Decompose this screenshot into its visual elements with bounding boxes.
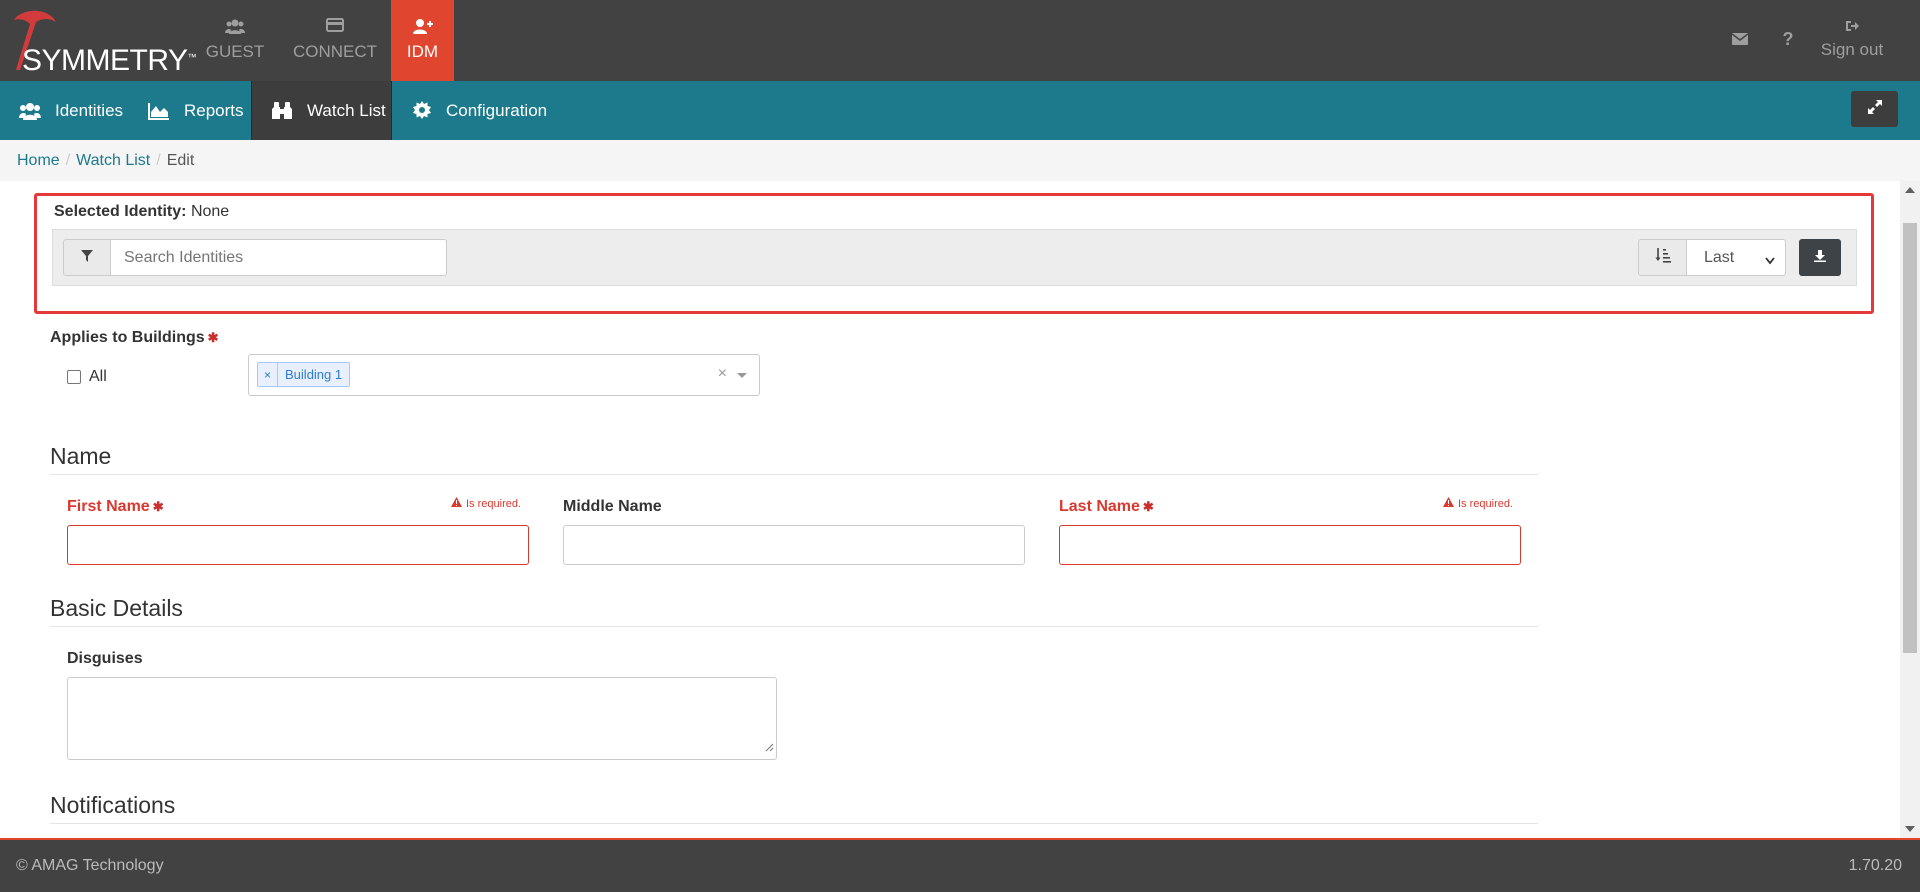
buildings-multiselect[interactable]: × Building 1 × bbox=[248, 354, 760, 396]
required-icon: ✱ bbox=[207, 330, 219, 345]
app-tab-label: CONNECT bbox=[292, 42, 378, 61]
first-name-label: First Name ✱ bbox=[67, 498, 164, 515]
app-tab-label: IDM bbox=[406, 42, 439, 61]
nav-item-configuration[interactable]: Configuration bbox=[412, 81, 547, 140]
nav-item-label: Watch List bbox=[307, 100, 386, 120]
nav-item-watch-list[interactable]: Watch List bbox=[251, 81, 392, 140]
nav-item-label: Configuration bbox=[446, 100, 548, 120]
identity-search-bar: Last bbox=[52, 229, 1857, 286]
caret-down-icon[interactable] bbox=[737, 373, 747, 378]
version-text: 1.70.20 bbox=[1848, 857, 1902, 874]
buildings-label: Applies to Buildings ✱ bbox=[50, 329, 219, 346]
binoculars-icon bbox=[271, 101, 293, 121]
last-name-input[interactable] bbox=[1059, 525, 1521, 565]
area-chart-icon bbox=[148, 102, 170, 120]
section-divider bbox=[50, 474, 1538, 475]
first-name-input[interactable] bbox=[67, 525, 529, 565]
symmetry-logo[interactable]: SYMMETRY™ bbox=[6, 8, 196, 78]
app-tab-connect[interactable]: CONNECT bbox=[285, 0, 385, 81]
breadcrumb-watch-list[interactable]: Watch List bbox=[76, 152, 150, 170]
logo-text: SYMMETRY bbox=[22, 44, 188, 77]
checkbox[interactable] bbox=[67, 370, 81, 384]
resize-handle-icon[interactable] bbox=[765, 739, 774, 757]
disguises-label: Disguises bbox=[67, 650, 143, 667]
middle-name-label: Middle Name bbox=[563, 498, 662, 515]
fullscreen-button[interactable] bbox=[1851, 91, 1898, 127]
nav-item-label: Identities bbox=[55, 100, 124, 120]
nav-item-reports[interactable]: Reports bbox=[148, 81, 244, 140]
sign-out-label: Sign out bbox=[1820, 40, 1884, 59]
last-name-error: Is required. bbox=[1443, 497, 1513, 510]
building-tag-label: Building 1 bbox=[285, 367, 343, 382]
users-icon bbox=[19, 102, 41, 120]
breadcrumb-current: Edit bbox=[166, 151, 195, 169]
scroll-up-icon[interactable] bbox=[1905, 187, 1915, 193]
warning-icon bbox=[451, 497, 462, 510]
footer: © AMAG Technology 1.70.20 bbox=[0, 838, 1920, 892]
disguises-textarea[interactable] bbox=[67, 677, 777, 760]
filter-icon bbox=[81, 249, 93, 267]
clear-selection-icon[interactable]: × bbox=[718, 365, 727, 383]
sort-amount-icon bbox=[1655, 247, 1671, 268]
scroll-down-icon[interactable] bbox=[1905, 826, 1915, 832]
copyright-text: © AMAG Technology bbox=[16, 857, 164, 874]
all-buildings-label: All bbox=[89, 368, 107, 385]
all-buildings-checkbox[interactable]: All bbox=[67, 368, 107, 386]
expand-icon bbox=[1867, 99, 1883, 120]
notifications-title: Notifications bbox=[50, 792, 176, 818]
name-section-title: Name bbox=[50, 443, 112, 469]
help-icon[interactable]: ? bbox=[1777, 28, 1799, 50]
app-tab-idm[interactable]: IDM bbox=[391, 0, 454, 81]
required-icon: ✱ bbox=[1142, 499, 1154, 514]
app-tab-label: GUEST bbox=[205, 42, 265, 61]
section-divider bbox=[50, 823, 1538, 824]
download-icon bbox=[1814, 249, 1826, 267]
gear-icon bbox=[412, 100, 432, 121]
selected-identity: Selected Identity: None bbox=[54, 203, 229, 221]
top-bar: SYMMETRY™ GUEST CONNECT IDM ? Sign out bbox=[0, 0, 1920, 81]
breadcrumb-home[interactable]: Home bbox=[17, 152, 60, 170]
scroll-thumb[interactable] bbox=[1903, 223, 1917, 653]
chevron-down-icon bbox=[1765, 252, 1775, 270]
building-tag: × Building 1 bbox=[257, 362, 351, 387]
middle-name-input[interactable] bbox=[563, 525, 1025, 565]
last-name-label: Last Name ✱ bbox=[1059, 498, 1154, 515]
sort-field-select[interactable]: Last bbox=[1686, 239, 1786, 276]
sign-out-icon bbox=[1817, 20, 1887, 36]
search-identities-input[interactable] bbox=[110, 239, 447, 276]
export-button[interactable] bbox=[1799, 239, 1841, 276]
nav-item-identities[interactable]: Identities bbox=[19, 81, 123, 140]
identity-selector-panel: Selected Identity: None Last bbox=[34, 193, 1874, 314]
required-icon: ✱ bbox=[152, 499, 164, 514]
remove-tag-icon[interactable]: × bbox=[258, 363, 279, 386]
user-plus-icon bbox=[391, 18, 454, 36]
card-icon bbox=[285, 18, 385, 36]
app-tab-guest[interactable]: GUEST bbox=[185, 0, 285, 81]
sign-out-button[interactable]: Sign out bbox=[1817, 20, 1887, 60]
selected-identity-label: Selected Identity: bbox=[54, 203, 187, 220]
selected-identity-value: None bbox=[190, 203, 230, 220]
main-content: Selected Identity: None Last bbox=[0, 181, 1900, 838]
vertical-scrollbar[interactable] bbox=[1900, 181, 1920, 838]
users-icon bbox=[185, 18, 285, 36]
nav-item-label: Reports bbox=[184, 100, 244, 120]
basic-details-title: Basic Details bbox=[50, 595, 183, 621]
breadcrumb: Home / Watch List / Edit bbox=[0, 140, 1920, 181]
section-divider bbox=[50, 626, 1538, 627]
module-nav-bar: Identities Reports Watch List Configurat… bbox=[0, 81, 1920, 140]
first-name-error: Is required. bbox=[451, 497, 521, 510]
sort-field-value: Last bbox=[1704, 248, 1735, 266]
sort-order-button[interactable] bbox=[1638, 239, 1687, 276]
envelope-icon[interactable] bbox=[1729, 28, 1751, 50]
warning-icon bbox=[1443, 497, 1454, 510]
filter-button[interactable] bbox=[63, 239, 111, 276]
